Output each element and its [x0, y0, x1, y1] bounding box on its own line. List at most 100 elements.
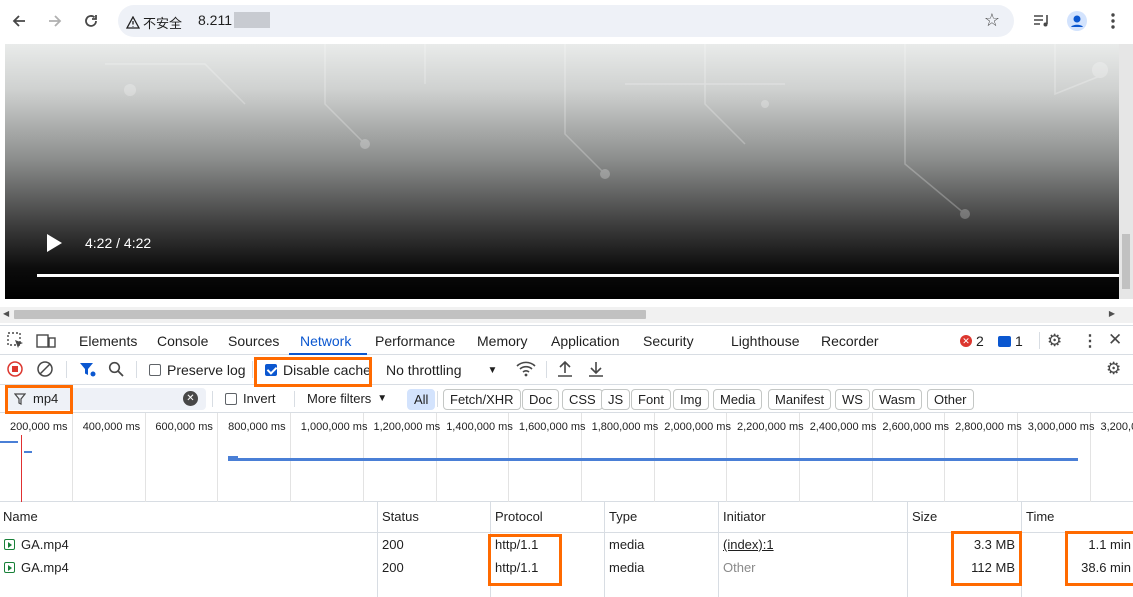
- video-player[interactable]: 4:22 / 4:22: [5, 44, 1119, 299]
- invert-label: Invert: [243, 391, 276, 406]
- scroll-right-icon[interactable]: ▶: [1109, 309, 1115, 318]
- media-control-icon[interactable]: [1030, 9, 1054, 33]
- back-arrow-icon[interactable]: [7, 9, 31, 33]
- browser-toolbar: 不安全 8.211 ☆: [0, 0, 1133, 44]
- search-icon[interactable]: [108, 361, 124, 380]
- tab-network[interactable]: Network: [300, 333, 351, 349]
- initiator-link[interactable]: (index):1: [723, 537, 774, 552]
- tab-recorder[interactable]: Recorder: [821, 333, 879, 349]
- timeline-tick-label: 2,800,000 ms: [955, 421, 1022, 433]
- more-filters-dropdown[interactable]: More filters ▼: [307, 391, 387, 406]
- page-horizontal-scrollbar[interactable]: ◀ ▶: [0, 307, 1133, 323]
- page-vertical-scrollbar[interactable]: [1119, 44, 1133, 299]
- invert-checkbox[interactable]: Invert: [225, 391, 276, 406]
- filter-chip-css[interactable]: CSS: [562, 389, 603, 410]
- timeline-tick-label: 600,000 ms: [155, 421, 213, 433]
- preserve-log-checkbox[interactable]: Preserve log: [149, 362, 246, 378]
- tab-application[interactable]: Application: [551, 333, 620, 349]
- stop-recording-icon[interactable]: [7, 361, 23, 380]
- toolbar-divider: [66, 361, 67, 378]
- column-header-name[interactable]: Name: [0, 502, 38, 532]
- filter-chip-media[interactable]: Media: [713, 389, 763, 410]
- browser-menu-icon[interactable]: [1101, 9, 1125, 33]
- column-divider: [718, 502, 719, 597]
- clear-filter-icon[interactable]: ✕: [183, 391, 198, 406]
- timeline-tick-label: 1,200,000 ms: [373, 421, 441, 433]
- column-header-type[interactable]: Type: [606, 502, 637, 532]
- invert-box[interactable]: [225, 392, 237, 405]
- column-header-protocol[interactable]: Protocol: [492, 502, 543, 532]
- scroll-left-icon[interactable]: ◀: [3, 309, 9, 318]
- request-name-cell[interactable]: GA.mp4: [4, 537, 69, 552]
- message-count-badge[interactable]: 1: [998, 333, 1023, 349]
- profile-avatar-icon[interactable]: [1065, 9, 1089, 33]
- filter-chip-other[interactable]: Other: [927, 389, 974, 410]
- filter-chip-img[interactable]: Img: [673, 389, 709, 410]
- network-toolbar: Preserve log Disable cache No throttling…: [0, 355, 1133, 385]
- message-count: 1: [1015, 333, 1023, 349]
- export-har-download-icon[interactable]: [588, 360, 604, 381]
- device-toolbar-icon[interactable]: [36, 332, 56, 353]
- tab-divider: [1039, 332, 1040, 349]
- tab-lighthouse[interactable]: Lighthouse: [731, 333, 800, 349]
- network-timeline-overview[interactable]: 200,000 ms 400,000 ms 600,000 ms 800,000 ms…: [0, 413, 1133, 502]
- import-har-upload-icon[interactable]: [557, 360, 573, 381]
- toolbar-divider: [546, 361, 547, 378]
- network-conditions-wifi-icon[interactable]: [516, 361, 536, 380]
- preserve-log-box[interactable]: [149, 364, 161, 376]
- preserve-log-label: Preserve log: [167, 362, 246, 378]
- filter-chip-js[interactable]: JS: [601, 389, 631, 410]
- close-devtools-icon[interactable]: ✕: [1108, 330, 1122, 350]
- tab-security[interactable]: Security: [643, 333, 694, 349]
- timeline-tick-label: 3,200,0: [1100, 421, 1133, 433]
- throttling-select[interactable]: No throttling ▼: [386, 362, 497, 378]
- devtools-tab-strip: Elements Console Sources Network Perform…: [0, 325, 1133, 355]
- reload-icon[interactable]: [79, 9, 103, 33]
- column-header-size[interactable]: Size: [909, 502, 937, 532]
- clear-icon[interactable]: [37, 361, 53, 380]
- chevron-down-icon: ▼: [377, 393, 388, 404]
- forward-arrow-icon[interactable]: [43, 9, 67, 33]
- toolbar-divider: [252, 361, 253, 378]
- inspect-element-icon[interactable]: [7, 332, 25, 353]
- timeline-gridline: [144, 413, 146, 502]
- network-settings-gear-icon[interactable]: ⚙: [1106, 359, 1121, 379]
- play-icon[interactable]: [47, 234, 62, 252]
- timeline-gridline: [72, 413, 73, 502]
- timeline-gridline: [217, 413, 219, 502]
- type-cell: media: [609, 537, 645, 552]
- column-divider: [907, 502, 908, 597]
- filter-icon[interactable]: [79, 361, 96, 381]
- address-bar[interactable]: 不安全 8.211 ☆: [118, 5, 1014, 37]
- tab-elements[interactable]: Elements: [79, 333, 137, 349]
- filter-chip-ws[interactable]: WS: [835, 389, 870, 410]
- filter-chip-wasm[interactable]: Wasm: [872, 389, 923, 410]
- toolbar-divider: [136, 361, 137, 378]
- tab-performance[interactable]: Performance: [375, 333, 455, 349]
- column-header-initiator[interactable]: Initiator: [720, 502, 766, 532]
- filter-chip-all[interactable]: All: [407, 389, 436, 410]
- devtools-menu-icon[interactable]: ⋮: [1082, 331, 1098, 351]
- page-scrollbar-thumb[interactable]: [1122, 234, 1130, 289]
- video-progress-bar[interactable]: [37, 274, 1119, 277]
- timeline-tick-label: 2,000,000 ms: [664, 421, 731, 433]
- horizontal-scrollbar-thumb[interactable]: [14, 310, 646, 319]
- tab-console[interactable]: Console: [157, 333, 208, 349]
- request-name: GA.mp4: [21, 560, 69, 575]
- column-header-time[interactable]: Time: [1023, 502, 1054, 532]
- filter-chip-font[interactable]: Font: [631, 389, 672, 410]
- column-header-status[interactable]: Status: [379, 502, 419, 532]
- tab-memory[interactable]: Memory: [477, 333, 528, 349]
- security-indicator[interactable]: 不安全: [126, 13, 182, 32]
- filter-divider: [294, 391, 295, 407]
- request-name-cell[interactable]: GA.mp4: [4, 560, 69, 575]
- error-count-badge[interactable]: ✕ 2: [960, 333, 984, 349]
- tab-sources[interactable]: Sources: [228, 333, 279, 349]
- timeline-tick-label: 2,200,000 ms: [737, 421, 804, 433]
- bookmark-star-icon[interactable]: ☆: [984, 10, 1000, 31]
- filter-chip-doc[interactable]: Doc: [522, 389, 560, 410]
- filter-chip-manifest[interactable]: Manifest: [768, 389, 832, 410]
- timeline-tick-label: 2,600,000 ms: [882, 421, 950, 433]
- devtools-settings-gear-icon[interactable]: ⚙: [1047, 331, 1062, 351]
- filter-chip-fetch-xhr[interactable]: Fetch/XHR: [443, 389, 521, 410]
